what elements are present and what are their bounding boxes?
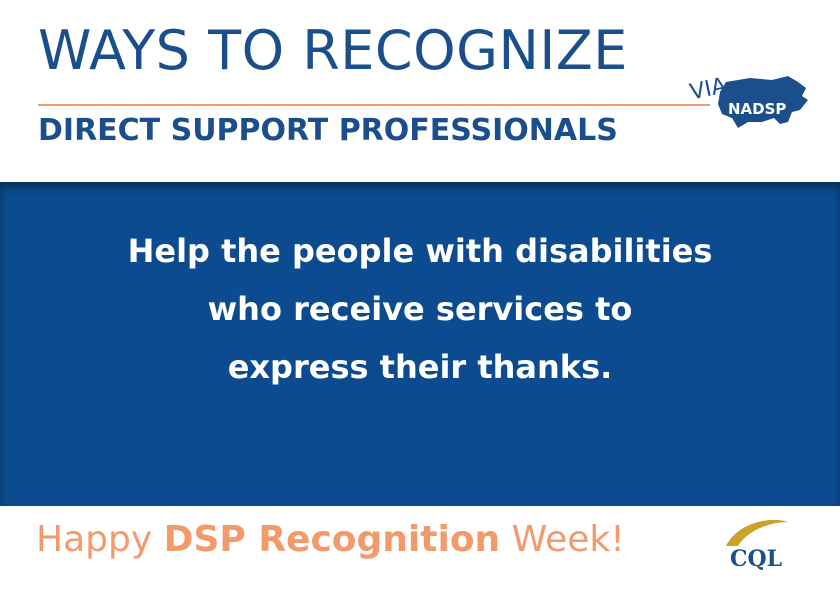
message-line: Help the people with disabilities <box>127 232 713 270</box>
badge-org: NADSP <box>728 100 786 118</box>
header: WAYS TO RECOGNIZE DIRECT SUPPORT PROFESS… <box>0 0 840 182</box>
greeting-strong: DSP Recognition <box>163 519 501 560</box>
greeting-post: Week! <box>500 519 625 560</box>
message-text: Help the people with disabilities who re… <box>60 222 780 396</box>
title-divider <box>38 104 710 106</box>
cql-logo: CQL <box>726 519 788 572</box>
page-subtitle: DIRECT SUPPORT PROFESSIONALS <box>38 113 618 148</box>
message-line: express their thanks. <box>227 348 613 386</box>
greeting: Happy DSP Recognition Week! <box>36 518 625 561</box>
page-title: WAYS TO RECOGNIZE <box>38 19 628 82</box>
message-line: who receive services to <box>207 290 633 328</box>
cql-logo-text: CQL <box>730 546 782 572</box>
nadsp-logo: VIA NADSP <box>688 73 808 128</box>
swoosh-icon <box>726 519 788 546</box>
greeting-pre: Happy <box>36 519 164 560</box>
